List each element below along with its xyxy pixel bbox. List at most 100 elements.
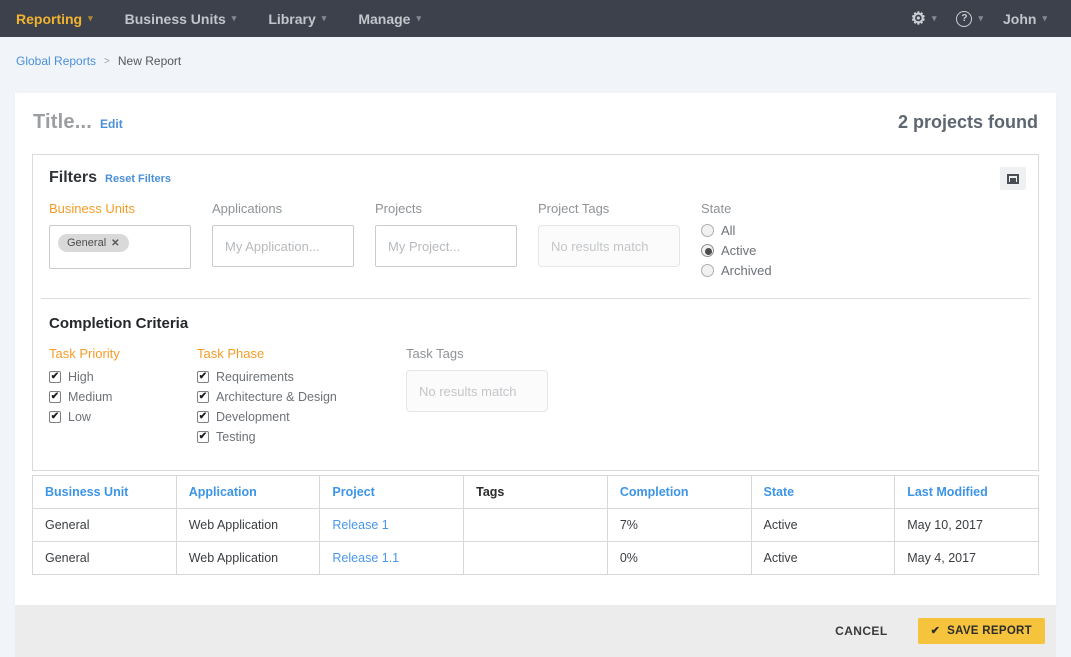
filter-state: State All Active Archived — [701, 201, 843, 278]
checkbox-checked-icon: ✔ — [197, 371, 209, 383]
state-radio-all[interactable]: All — [701, 223, 843, 238]
remove-chip-icon[interactable]: ✕ — [111, 238, 119, 249]
report-card: Title... Edit 2 projects found Filters R… — [15, 93, 1056, 605]
radio-icon — [701, 224, 714, 237]
column-header-tags: Tags — [464, 476, 608, 509]
column-header-last-modified[interactable]: Last Modified — [895, 476, 1039, 509]
cell-application: Web Application — [176, 542, 320, 575]
checkbox-label: Architecture & Design — [216, 390, 337, 404]
completion-criteria-title: Completion Criteria — [49, 315, 1022, 332]
filters-title: Filters — [49, 169, 97, 187]
collapse-filters-button[interactable] — [1000, 167, 1026, 190]
task-phase-label: Task Phase — [197, 346, 337, 361]
cell-completion: 7% — [607, 509, 751, 542]
help-menu[interactable]: ? ▾ — [946, 0, 993, 37]
edit-title-link[interactable]: Edit — [100, 117, 123, 131]
task-phase-group: Task Phase ✔ Requirements ✔ Architecture… — [197, 346, 337, 444]
chevron-down-icon: ▾ — [322, 14, 327, 23]
chevron-down-icon: ▾ — [88, 14, 93, 23]
nav-utility-group: ⚙ ▾ ? ▾ John ▾ — [901, 0, 1057, 37]
cell-tags — [464, 509, 608, 542]
nav-item-label: Business Units — [125, 11, 226, 27]
breadcrumb-link-global-reports[interactable]: Global Reports — [16, 54, 96, 68]
breadcrumb-current: New Report — [118, 54, 181, 68]
report-title: Title... — [33, 111, 92, 134]
save-report-button[interactable]: ✔ SAVE REPORT — [918, 618, 1045, 644]
results-table: Business Unit Application Project Tags C… — [32, 475, 1039, 575]
chevron-down-icon: ▾ — [978, 14, 983, 23]
table-header-row: Business Unit Application Project Tags C… — [33, 476, 1039, 509]
completion-criteria-row: Task Priority ✔ High ✔ Medium ✔ Low — [49, 346, 1022, 470]
radio-selected-icon — [701, 244, 714, 257]
nav-item-business-units[interactable]: Business Units ▾ — [109, 0, 253, 37]
projects-label: Projects — [375, 201, 517, 216]
project-link[interactable]: Release 1.1 — [332, 551, 399, 565]
state-radio-active[interactable]: Active — [701, 243, 843, 258]
cell-project: Release 1 — [320, 509, 464, 542]
column-header-project[interactable]: Project — [320, 476, 464, 509]
filters-panel: Filters Reset Filters Business Units Gen… — [32, 154, 1039, 471]
checkbox-development[interactable]: ✔ Development — [197, 410, 337, 424]
column-header-application[interactable]: Application — [176, 476, 320, 509]
state-label: State — [701, 201, 843, 216]
checkbox-label: Medium — [68, 390, 112, 404]
project-link[interactable]: Release 1 — [332, 518, 388, 532]
check-icon: ✔ — [931, 626, 941, 637]
nav-item-library[interactable]: Library ▾ — [252, 0, 342, 37]
state-radio-group: All Active Archived — [701, 223, 843, 278]
chevron-down-icon: ▾ — [416, 14, 421, 23]
column-header-state[interactable]: State — [751, 476, 895, 509]
task-priority-label: Task Priority — [49, 346, 176, 361]
projects-found-count: 2 projects found — [898, 112, 1038, 133]
radio-icon — [701, 264, 714, 277]
checkbox-label: Testing — [216, 430, 256, 444]
project-tags-label: Project Tags — [538, 201, 680, 216]
chevron-down-icon: ▾ — [1042, 14, 1047, 23]
settings-menu[interactable]: ⚙ ▾ — [901, 0, 947, 37]
reset-filters-link[interactable]: Reset Filters — [105, 173, 171, 185]
cell-last-modified: May 10, 2017 — [895, 509, 1039, 542]
cell-project: Release 1.1 — [320, 542, 464, 575]
checkbox-checked-icon: ✔ — [49, 391, 61, 403]
applications-input[interactable] — [212, 225, 354, 267]
state-radio-archived[interactable]: Archived — [701, 263, 843, 278]
checkbox-label: Development — [216, 410, 290, 424]
table-row: General Web Application Release 1 7% Act… — [33, 509, 1039, 542]
user-name: John — [1003, 11, 1036, 27]
cell-completion: 0% — [607, 542, 751, 575]
checkbox-checked-icon: ✔ — [197, 411, 209, 423]
checkbox-requirements[interactable]: ✔ Requirements — [197, 370, 337, 384]
user-menu[interactable]: John ▾ — [993, 0, 1057, 37]
filter-projects: Projects — [375, 201, 517, 278]
cell-state: Active — [751, 509, 895, 542]
nav-item-manage[interactable]: Manage ▾ — [342, 0, 437, 37]
checkbox-checked-icon: ✔ — [197, 431, 209, 443]
business-units-multiselect[interactable]: General ✕ — [49, 225, 191, 269]
table-row: General Web Application Release 1.1 0% A… — [33, 542, 1039, 575]
checkbox-architecture-design[interactable]: ✔ Architecture & Design — [197, 390, 337, 404]
filters-header: Filters Reset Filters — [49, 169, 1022, 187]
column-header-business-unit[interactable]: Business Unit — [33, 476, 177, 509]
collapse-icon — [1007, 174, 1019, 184]
checkbox-label: Low — [68, 410, 91, 424]
projects-input[interactable] — [375, 225, 517, 267]
checkbox-testing[interactable]: ✔ Testing — [197, 430, 337, 444]
checkbox-medium[interactable]: ✔ Medium — [49, 390, 176, 404]
task-tags-input — [406, 370, 548, 412]
nav-item-reporting[interactable]: Reporting ▾ — [14, 0, 109, 37]
cell-business-unit: General — [33, 542, 177, 575]
nav-item-label: Manage — [358, 11, 410, 27]
task-priority-group: Task Priority ✔ High ✔ Medium ✔ Low — [49, 346, 176, 444]
checkbox-high[interactable]: ✔ High — [49, 370, 176, 384]
cell-business-unit: General — [33, 509, 177, 542]
column-header-completion[interactable]: Completion — [607, 476, 751, 509]
checkbox-low[interactable]: ✔ Low — [49, 410, 176, 424]
cancel-button[interactable]: CANCEL — [835, 624, 887, 638]
checkbox-checked-icon: ✔ — [197, 391, 209, 403]
task-tags-group: Task Tags — [406, 346, 548, 444]
filters-divider — [41, 298, 1030, 299]
radio-label: All — [721, 223, 735, 238]
filter-project-tags: Project Tags — [538, 201, 680, 278]
radio-label: Archived — [721, 263, 772, 278]
task-priority-checklist: ✔ High ✔ Medium ✔ Low — [49, 370, 176, 424]
